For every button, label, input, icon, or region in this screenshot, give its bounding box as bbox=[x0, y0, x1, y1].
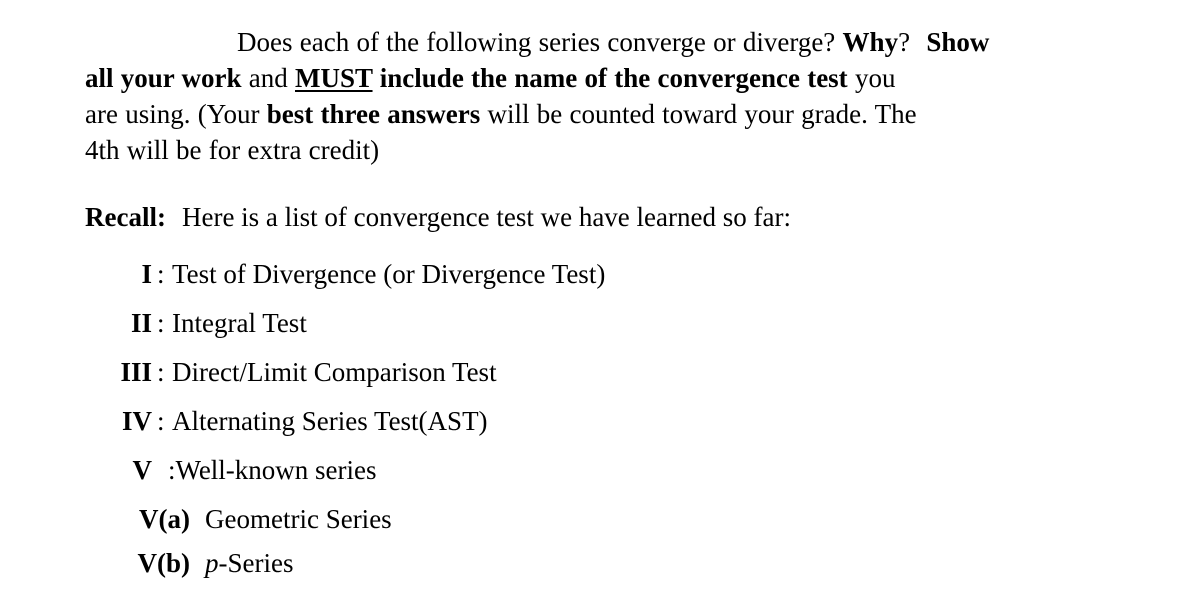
test-numeral-v-a-main: V bbox=[139, 504, 159, 534]
p-variable-italic: p bbox=[205, 548, 219, 578]
intro-bestthree-bold: best three answers bbox=[266, 99, 481, 129]
intro-allyourwork-bold: all your work bbox=[85, 63, 242, 93]
test-label-iv: Alternating Series Test(AST) bbox=[172, 406, 488, 436]
test-colon-iii: : bbox=[157, 357, 165, 387]
test-item-i: I : Test of Divergence (or Divergence Te… bbox=[0, 254, 1200, 303]
intro-convergencetest-bold: include the name of the convergence test bbox=[372, 63, 848, 93]
test-item-iv: IV : Alternating Series Test(AST) bbox=[0, 401, 1200, 450]
intro-you-text: you bbox=[847, 63, 896, 93]
test-numeral-v-b: V(b) bbox=[0, 543, 191, 583]
test-item-v-a: V(a) Geometric Series bbox=[0, 499, 1200, 543]
test-numeral-v-a-sub: (a) bbox=[158, 504, 190, 534]
convergence-test-list: I : Test of Divergence (or Divergence Te… bbox=[0, 254, 1200, 587]
intro-and-text: and bbox=[241, 63, 295, 93]
test-label-v-b-text: -Series bbox=[218, 548, 294, 578]
intro-line-2: all your work and MUST include the name … bbox=[85, 60, 1125, 96]
intro-line-3: are using. (Your best three answers will… bbox=[85, 96, 1125, 132]
intro-line-1: Does each of the following series conver… bbox=[85, 24, 1125, 60]
test-colon-iv: : bbox=[157, 406, 165, 436]
recall-label: Recall: bbox=[85, 202, 166, 232]
test-label-i: Test of Divergence (or Divergence Test) bbox=[172, 259, 606, 289]
test-label-v: :Well-known series bbox=[168, 455, 377, 485]
test-label-v-b: p-Series bbox=[205, 543, 293, 583]
test-numeral-v-b-sub: (b) bbox=[157, 548, 190, 578]
test-numeral-iii: III bbox=[120, 357, 152, 387]
intro-show-bold: Show bbox=[926, 27, 990, 57]
test-item-v: V :Well-known series bbox=[0, 450, 1200, 499]
test-numeral-v-b-main: V bbox=[137, 548, 158, 578]
test-numeral-v-a: V(a) bbox=[0, 499, 190, 539]
test-item-ii: II : Integral Test bbox=[0, 303, 1200, 352]
test-colon-ii: : bbox=[157, 308, 165, 338]
document-page: Does each of the following series conver… bbox=[0, 0, 1200, 597]
intro-line3-pre: are using. (Your bbox=[85, 99, 267, 129]
recall-text: Here is a list of convergence test we ha… bbox=[181, 202, 791, 232]
test-numeral-i: I bbox=[141, 259, 152, 289]
test-item-v-b: V(b) p-Series bbox=[0, 543, 1200, 587]
test-label-ii: Integral Test bbox=[172, 308, 307, 338]
test-numeral-ii: II bbox=[130, 308, 152, 338]
test-numeral-v: V bbox=[132, 455, 153, 485]
test-colon-i: : bbox=[157, 259, 165, 289]
intro-line1-text: Does each of the following series conver… bbox=[237, 27, 843, 57]
test-numeral-iv: IV bbox=[121, 406, 152, 436]
test-label-iii: Direct/Limit Comparison Test bbox=[172, 357, 497, 387]
intro-line-4: 4th will be for extra credit) bbox=[85, 132, 1125, 168]
test-label-v-a: Geometric Series bbox=[205, 504, 392, 534]
intro-why-bold: Why bbox=[842, 27, 899, 57]
intro-must-underlined: MUST bbox=[295, 63, 373, 93]
intro-why-question: ? bbox=[898, 27, 918, 57]
intro-line4-text: 4th will be for extra credit) bbox=[85, 135, 380, 165]
intro-paragraph: Does each of the following series conver… bbox=[85, 24, 1125, 168]
recall-line: Recall: Here is a list of convergence tes… bbox=[85, 199, 791, 235]
intro-line3-post: will be counted toward your grade. The bbox=[480, 99, 917, 129]
test-item-iii: III : Direct/Limit Comparison Test bbox=[0, 352, 1200, 401]
